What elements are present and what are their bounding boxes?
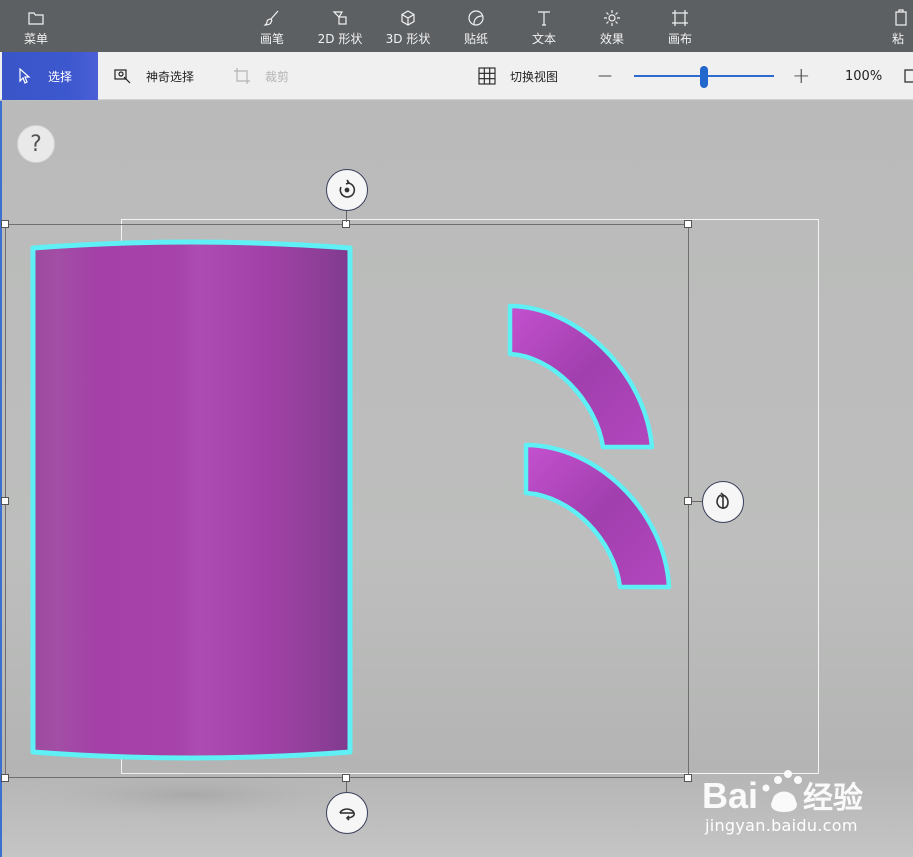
paw-logo — [762, 770, 802, 812]
resize-handle-top-left[interactable] — [1, 220, 9, 228]
resize-handle-bottom[interactable] — [342, 774, 350, 782]
svg-text:Bai: Bai — [702, 775, 758, 816]
resize-handle-right[interactable] — [684, 497, 692, 505]
resize-handle-left[interactable] — [1, 497, 9, 505]
resize-handle-top-right[interactable] — [684, 220, 692, 228]
selection-box[interactable] — [5, 224, 689, 778]
resize-handle-bottom-right[interactable] — [684, 774, 692, 782]
rotate-z-handle[interactable] — [326, 169, 368, 211]
svg-text:经验: 经验 — [803, 781, 863, 815]
resize-handle-bottom-left[interactable] — [1, 774, 9, 782]
watermark-url: jingyan.baidu.com — [705, 816, 858, 835]
rotate-x-icon — [339, 808, 355, 821]
rotate-top-stem — [346, 210, 347, 222]
rotate-z-icon — [339, 179, 356, 198]
rotate-y-handle[interactable] — [702, 481, 744, 523]
rotate-x-handle[interactable] — [326, 792, 368, 834]
rotate-y-icon — [716, 492, 729, 509]
